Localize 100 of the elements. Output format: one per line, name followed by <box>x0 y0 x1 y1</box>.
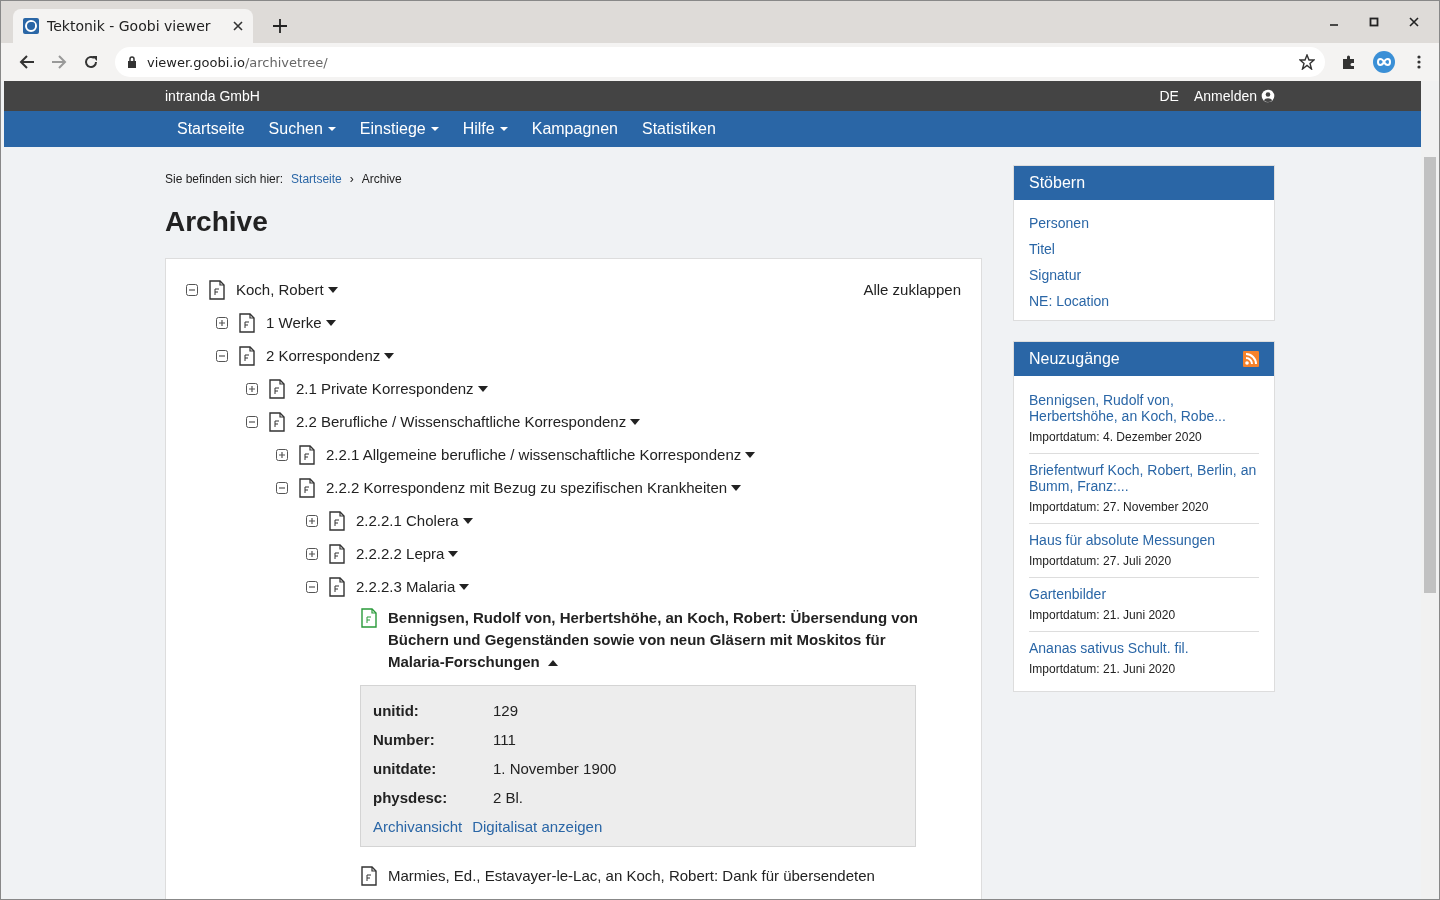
brand-name[interactable]: intranda GmbH <box>165 88 260 104</box>
new-item-link[interactable]: Bennigsen, Rudolf von, Herbertshöhe, an Koch, Robe... <box>1029 392 1259 424</box>
record-link[interactable]: Marmies, Ed., Estavayer-le-Lac, an Koch, Robert: Dank für übersendeten <box>388 865 928 887</box>
tree-node-link[interactable]: 2.2.2.1 Cholera <box>356 512 473 529</box>
expand-icon[interactable] <box>306 514 318 527</box>
forward-icon[interactable] <box>51 54 67 70</box>
file-icon <box>238 312 256 333</box>
browser-tab[interactable]: Tektonik - Goobi viewer <box>13 9 253 43</box>
new-item-link[interactable]: Haus für absolute Messungen <box>1029 532 1259 548</box>
star-icon[interactable] <box>1299 54 1315 70</box>
tree-node-link[interactable]: 1 Werke <box>266 314 336 331</box>
breadcrumb-link[interactable]: Startseite <box>291 172 342 186</box>
expand-icon[interactable] <box>306 547 318 560</box>
tree-node-link[interactable]: 2.2.1 Allgemeine berufliche / wissenschaftliche Korrespondenz <box>326 446 756 463</box>
new-item-link[interactable]: Briefentwurf Koch, Robert, Berlin, an Bumm, Franz:... <box>1029 462 1259 494</box>
collapse-icon[interactable] <box>216 349 228 362</box>
field-value: 129 <box>493 702 519 719</box>
nav-link[interactable]: Statistiken <box>642 120 716 138</box>
file-icon <box>298 477 316 498</box>
language-link[interactable]: DE <box>1159 88 1179 104</box>
collapse-icon[interactable] <box>186 283 198 296</box>
scrollbar-thumb[interactable] <box>1424 157 1436 593</box>
back-icon[interactable] <box>19 54 35 70</box>
caret-icon[interactable] <box>477 385 488 392</box>
collapse-icon[interactable] <box>246 415 258 428</box>
details-link[interactable]: Archivansicht <box>373 817 463 835</box>
tree-node-link[interactable]: 2.2.2.3 Malaria <box>356 578 470 595</box>
puzzle-icon[interactable] <box>1341 54 1357 70</box>
maximize-icon[interactable] <box>1369 17 1379 27</box>
nav-link[interactable]: Kampagnen <box>531 120 618 138</box>
user-icon <box>1261 89 1275 103</box>
field-label: unitid: <box>373 702 420 719</box>
login-link[interactable]: Anmelden <box>1193 88 1275 104</box>
browse-link[interactable]: Personen <box>1029 210 1259 236</box>
file-icon <box>268 378 286 399</box>
tree-node-link[interactable]: 2.2.2 Korrespondenz mit Bezug zu spezifischen Krankheiten <box>326 479 742 496</box>
new-item-link[interactable]: Gartenbilder <box>1029 586 1259 602</box>
caret-icon[interactable] <box>745 451 756 458</box>
import-date: Importdatum: 27. Juli 2020 <box>1029 554 1173 568</box>
expand-icon[interactable] <box>216 316 228 329</box>
tree-node-link[interactable]: 2.2.2.2 Lepra <box>356 545 459 562</box>
file-icon <box>208 279 226 300</box>
caret-icon[interactable] <box>630 418 641 425</box>
file-icon <box>298 444 316 465</box>
record-link[interactable]: Bennigsen, Rudolf von, Herbertshöhe, an Koch, Robert: Übersendung von Büchern und Gegenständen sowie von neun Gläsern mit Moskitos für Malaria-Forschungen <box>388 607 928 673</box>
import-date: Importdatum: 21. Juni 2020 <box>1029 662 1177 676</box>
nav-link[interactable]: Suchen <box>268 120 336 138</box>
collapse-all-link[interactable]: Alle zuklappen <box>863 281 961 298</box>
field-label: physdesc: <box>373 789 449 806</box>
close-icon[interactable] <box>233 21 243 31</box>
field-value: 111 <box>493 731 516 748</box>
browse-link[interactable]: Titel <box>1029 236 1259 262</box>
caret-icon[interactable] <box>547 660 558 667</box>
reload-icon[interactable] <box>83 54 99 70</box>
tree-node-link[interactable]: 2 Korrespondenz <box>266 347 395 364</box>
breadcrumb-separator: › <box>349 172 354 186</box>
address-field[interactable]: viewer.goobi.io/archivetree/ <box>115 47 1325 77</box>
breadcrumb-label: Sie befinden sich hier: <box>165 172 284 186</box>
field-label: unitdate: <box>373 760 438 777</box>
plus-icon[interactable] <box>273 19 287 33</box>
caret-icon[interactable] <box>327 286 338 293</box>
expand-icon[interactable] <box>276 448 288 461</box>
tree-node-link[interactable]: Koch, Robert <box>236 281 338 298</box>
caret-icon[interactable] <box>384 352 395 359</box>
details-link[interactable]: Digitalisat anzeigen <box>472 817 603 835</box>
caret-icon[interactable] <box>731 484 742 491</box>
tree-node-link[interactable]: 2.1 Private Korrespondenz <box>296 380 488 397</box>
profile-icon[interactable] <box>1373 51 1395 73</box>
browse-link[interactable]: NE: Location <box>1029 288 1259 314</box>
rss-icon[interactable] <box>1243 351 1259 367</box>
lock-icon <box>127 56 137 68</box>
close-icon[interactable] <box>1409 17 1419 27</box>
panel-title: Neuzugänge <box>1029 350 1120 368</box>
import-date: Importdatum: 4. Dezember 2020 <box>1029 430 1203 444</box>
logo-icon <box>23 18 39 34</box>
collapse-icon[interactable] <box>306 580 318 593</box>
nav-link[interactable]: Hilfe <box>462 120 508 138</box>
nav-link[interactable]: Startseite <box>177 120 245 138</box>
nav-link[interactable]: Einstiege <box>359 120 439 138</box>
collapse-icon[interactable] <box>276 481 288 494</box>
field-label: Number: <box>373 731 436 748</box>
field-value: 2 Bl. <box>493 789 523 806</box>
tree-node-link[interactable]: 2.2 Berufliche / Wissenschaftliche Korrespondenz <box>296 413 641 430</box>
caret-icon[interactable] <box>462 517 473 524</box>
caret-icon <box>327 127 336 131</box>
import-date: Importdatum: 27. November 2020 <box>1029 500 1210 514</box>
caret-icon[interactable] <box>325 319 336 326</box>
file-icon <box>268 411 286 432</box>
file-icon <box>238 345 256 366</box>
breadcrumb-current: Archive <box>361 172 402 186</box>
panel-title: Stöbern <box>1029 174 1086 192</box>
caret-icon <box>430 127 439 131</box>
caret-icon[interactable] <box>459 583 470 590</box>
expand-icon[interactable] <box>246 382 258 395</box>
import-date: Importdatum: 21. Juni 2020 <box>1029 608 1177 622</box>
page-title: Archive <box>165 206 269 238</box>
caret-icon[interactable] <box>448 550 459 557</box>
browse-link[interactable]: Signatur <box>1029 262 1259 288</box>
file-icon <box>328 576 346 597</box>
new-item-link[interactable]: Ananas sativus Schult. fil. <box>1029 640 1259 656</box>
